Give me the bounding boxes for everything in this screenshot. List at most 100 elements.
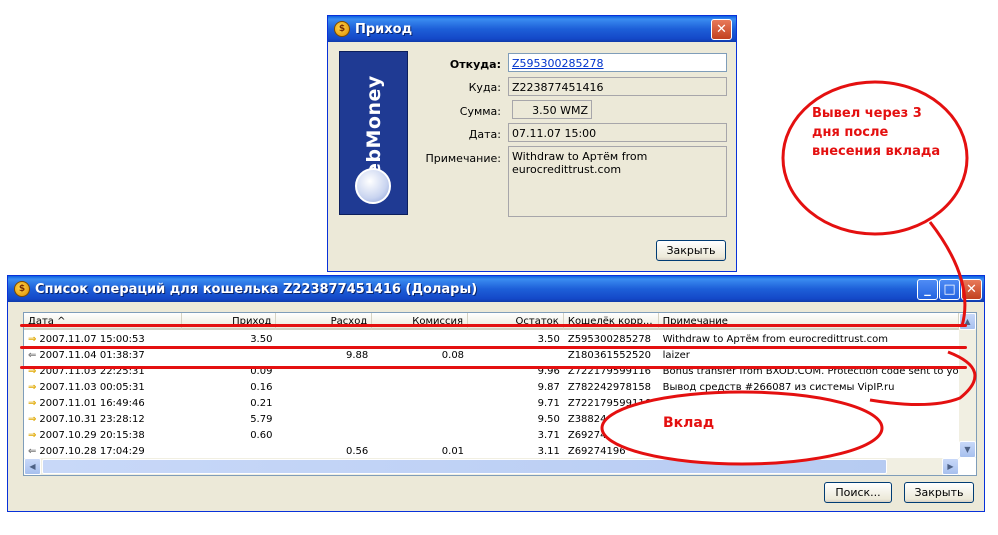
cell-text: 2007.11.04 01:38:37 [39,349,145,361]
outgoing-arrow-icon: ⇐ [28,349,37,361]
dialog-close-icon[interactable]: ✕ [711,19,732,40]
cell-wallet: Z722179599116 [564,398,659,409]
operations-list-window: $ Список операций для кошелька Z22387745… [7,275,985,512]
col-wallet[interactable]: Кошелёк корр... [564,313,659,330]
cell-text: Вывод средств #266087 из системы VipIP.r… [662,381,895,393]
cell-text: 9.87 [537,381,560,393]
cell-balance: 3.50 [468,334,564,345]
cell-text: 3.71 [537,429,560,441]
minimize-icon[interactable]: _ [917,279,938,300]
cell-income: 0.16 [182,382,277,393]
cell-text: 9.50 [537,413,560,425]
cell-text: Withdraw to Артём from eurocredittrust.c… [662,333,888,345]
dialog-titlebar[interactable]: $ Приход ✕ [328,16,736,42]
webmoney-logo: WebMoney [339,51,408,215]
cell-expense: 9.88 [276,350,372,361]
col-date[interactable]: Дата ^ [24,313,182,330]
webmoney-app-icon: $ [14,281,30,297]
dialog-body: WebMoney Откуда: Z595300285278 Куда: Z22… [331,43,733,268]
incoming-arrow-icon: ⇒ [28,413,37,425]
cell-date: ⇒ 2007.11.01 16:49:46 [24,398,182,409]
annotation-underline-3 [20,366,967,369]
cell-text: Z180361552520 [567,349,652,361]
scroll-left-icon[interactable]: ◀ [24,458,41,475]
table-row[interactable]: ⇐ 2007.10.28 17:04:29 0.56 0.01 3.11 Z6927419… [24,443,959,459]
annotation-underline-1 [20,324,967,327]
outgoing-arrow-icon: ⇐ [28,445,37,457]
scroll-right-icon[interactable]: ▶ [942,458,959,475]
col-expense[interactable]: Расход [276,313,373,330]
col-balance[interactable]: Остаток [468,313,564,330]
list-close-button[interactable]: Закрыть [904,482,974,503]
cell-text: 2007.10.31 23:28:12 [39,413,145,425]
amount-label: Сумма: [459,105,501,118]
operations-table[interactable]: Дата ^ Приход Расход Комиссия Остаток Ко… [23,312,977,476]
callout-1-line-3: внесения вклада [812,144,941,159]
table-row[interactable]: ⇒ 2007.10.29 20:15:38 0.60 3.71 Z69274 [24,427,959,443]
scroll-up-icon[interactable]: ▲ [959,313,976,330]
cell-income: 5.79 [182,414,277,425]
table-row[interactable]: ⇒ 2007.11.07 15:00:53 3.50 3.50 Z59530028527… [24,331,959,347]
cell-note: Вывод средств #266087 из системы VipIP.r… [659,382,959,393]
cell-text: Z782242978158 [567,381,652,393]
dialog-close-button[interactable]: Закрыть [656,240,726,261]
to-wallet-field: Z223877451416 [508,77,727,96]
cell-date: ⇐ 2007.11.04 01:38:37 [24,350,182,361]
scroll-down-icon[interactable]: ▼ [959,441,976,458]
table-row[interactable]: ⇒ 2007.11.01 16:49:46 0.21 9.71 Z72217959911… [24,395,959,411]
cell-text: Z69274196 [567,445,626,457]
cell-text: 5.79 [250,413,273,425]
cell-balance: 9.50 [468,414,564,425]
maximize-icon[interactable]: □ [939,279,960,300]
cell-note: Withdraw to Артём from eurocredittrust.c… [659,334,959,345]
cell-balance: 9.71 [468,398,564,409]
incoming-arrow-icon: ⇒ [28,429,37,441]
cell-fee: 0.01 [372,446,468,457]
cell-date: ⇒ 2007.11.07 15:00:53 [24,334,182,345]
cell-balance: 9.87 [468,382,564,393]
cell-wallet: Z388246 [564,414,659,425]
col-fee[interactable]: Комиссия [372,313,469,330]
close-icon[interactable]: ✕ [961,279,982,300]
cell-text: Z69274 [567,429,607,441]
cell-text: 0.16 [250,381,273,393]
cell-wallet: Z69274 [564,430,659,441]
list-titlebar[interactable]: $ Список операций для кошелька Z22387745… [8,276,984,302]
list-window-body: Дата ^ Приход Расход Комиссия Остаток Ко… [11,303,981,508]
cell-fee: 0.08 [372,350,468,361]
cell-text: Z388246 [567,413,613,425]
table-row[interactable]: ⇐ 2007.11.04 01:38:37 9.88 0.08 Z18036155252… [24,347,959,363]
amount-field: 3.50 WMZ [512,100,592,119]
incoming-arrow-icon: ⇒ [28,381,37,393]
horizontal-scroll-thumb[interactable] [42,459,887,474]
from-wallet-link[interactable]: Z595300285278 [508,53,727,72]
note-field: Withdraw to Артём from eurocredittrust.c… [508,146,727,217]
note-line-2: eurocredittrust.com [512,163,622,176]
cell-text: 3.11 [537,445,560,457]
table-row[interactable]: ⇒ 2007.11.03 00:05:31 0.16 9.87 Z78224297815… [24,379,959,395]
webmoney-app-icon: $ [334,21,350,37]
annotation-callout-1: Вывел через 3 дня после внесения вклада [812,104,940,161]
horizontal-scrollbar[interactable]: ◀ ▶ [24,458,959,475]
cell-text: Z722179599116 [567,397,652,409]
cell-wallet: Z782242978158 [564,382,659,393]
cell-wallet: Z595300285278 [564,334,659,345]
cell-wallet: Z180361552520 [564,350,659,361]
note-line-1: Withdraw to Артём from [512,150,648,163]
cell-balance: 3.71 [468,430,564,441]
cell-text: 0.08 [441,349,465,361]
search-button[interactable]: Поиск... [824,482,892,503]
cell-text: Z595300285278 [567,333,652,345]
col-income[interactable]: Приход [182,313,277,330]
col-note[interactable]: Примечание [659,313,959,330]
vertical-scrollbar[interactable]: ▲ ▼ [959,313,976,458]
cell-text: 3.50 [537,333,560,345]
cell-date: ⇒ 2007.11.03 00:05:31 [24,382,182,393]
table-row[interactable]: ⇒ 2007.10.31 23:28:12 5.79 9.50 Z388246 5.149… [24,411,959,427]
cell-text: code sent to yo... [662,397,750,409]
callout-1-line-2: дня после [812,125,889,140]
cell-text: 9.88 [345,349,369,361]
cell-text: 9.71 [537,397,560,409]
cell-text: 0.56 [345,445,369,457]
income-dialog: $ Приход ✕ WebMoney Откуда: Z59530028527… [327,15,737,272]
